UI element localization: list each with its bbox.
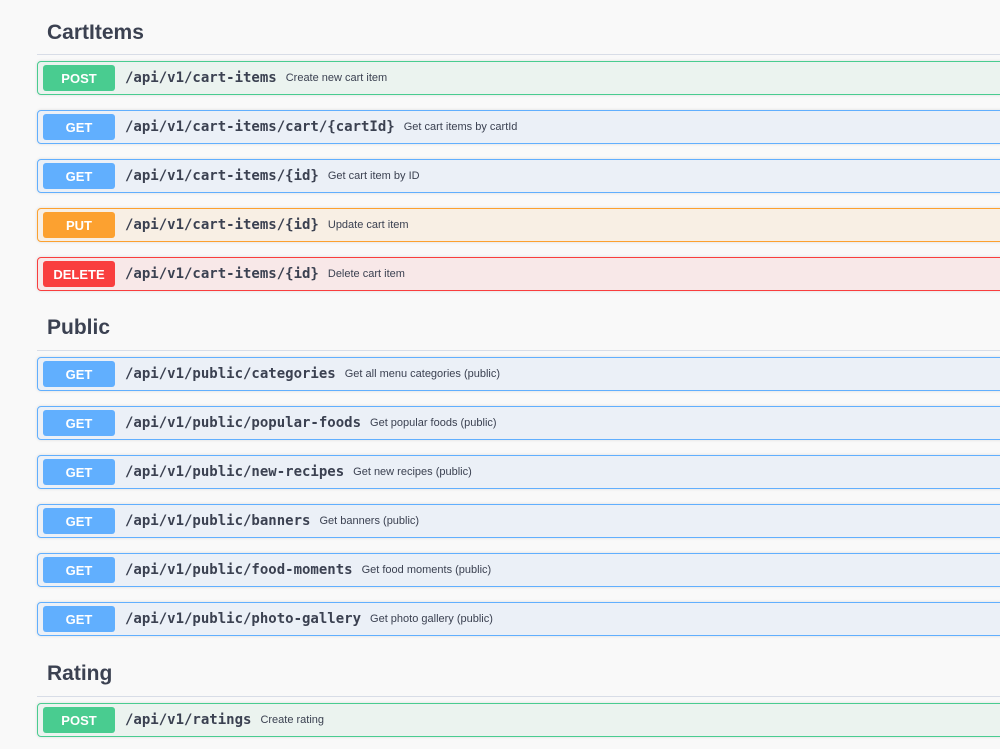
section-divider (37, 54, 1000, 55)
section-divider (37, 696, 1000, 697)
operation-summary: Create rating (260, 714, 325, 726)
operation-get-public-categories[interactable]: GET /api/v1/public/categories Get all me… (37, 357, 1000, 391)
operation-path: /api/v1/cart-items/{id} (125, 168, 319, 184)
method-badge: GET (43, 114, 115, 140)
operation-path: /api/v1/public/categories (125, 366, 336, 382)
method-badge: GET (43, 557, 115, 583)
operation-path: /api/v1/public/new-recipes (125, 464, 345, 480)
operation-path: /api/v1/public/photo-gallery (125, 611, 362, 627)
operation-path: /api/v1/cart-items/{id} (125, 266, 319, 282)
operation-get-public-new-recipes[interactable]: GET /api/v1/public/new-recipes Get new r… (37, 455, 1000, 489)
section-title-public[interactable]: Public (47, 316, 110, 340)
operation-get-public-photo-gallery[interactable]: GET /api/v1/public/photo-gallery Get pho… (37, 602, 1000, 636)
section-divider (37, 350, 1000, 351)
operation-summary: Get photo gallery (public) (370, 613, 493, 625)
operation-summary: Get food moments (public) (361, 564, 492, 576)
section-title-cartitems[interactable]: CartItems (47, 21, 144, 45)
operation-summary: Get all menu categories (public) (344, 368, 501, 380)
operation-post-ratings[interactable]: POST /api/v1/ratings Create rating (37, 703, 1000, 737)
operation-get-public-banners[interactable]: GET /api/v1/public/banners Get banners (… (37, 504, 1000, 538)
operation-summary: Get cart items by cartId (403, 121, 518, 133)
operation-summary: Create new cart item (285, 72, 388, 84)
method-badge: POST (43, 707, 115, 733)
method-badge: GET (43, 508, 115, 534)
operation-summary: Update cart item (327, 219, 409, 231)
operation-get-cart-items-by-cart[interactable]: GET /api/v1/cart-items/cart/{cartId} Get… (37, 110, 1000, 144)
operation-path: /api/v1/cart-items (125, 70, 277, 86)
method-badge: PUT (43, 212, 115, 238)
operation-summary: Get banners (public) (319, 515, 420, 527)
section-title-rating[interactable]: Rating (47, 662, 112, 686)
method-badge: GET (43, 410, 115, 436)
operation-summary: Get popular foods (public) (370, 417, 497, 429)
method-badge: DELETE (43, 261, 115, 287)
operation-summary: Delete cart item (327, 268, 405, 280)
operation-path: /api/v1/public/banners (125, 513, 311, 529)
operation-get-cart-item-by-id[interactable]: GET /api/v1/cart-items/{id} Get cart ite… (37, 159, 1000, 193)
operation-get-public-popular-foods[interactable]: GET /api/v1/public/popular-foods Get pop… (37, 406, 1000, 440)
operation-put-cart-item[interactable]: PUT /api/v1/cart-items/{id} Update cart … (37, 208, 1000, 242)
operation-summary: Get cart item by ID (327, 170, 420, 182)
operation-delete-cart-item[interactable]: DELETE /api/v1/cart-items/{id} Delete ca… (37, 257, 1000, 291)
method-badge: GET (43, 606, 115, 632)
method-badge: GET (43, 361, 115, 387)
operation-path: /api/v1/cart-items/{id} (125, 217, 319, 233)
operation-summary: Get new recipes (public) (353, 466, 472, 478)
operation-get-public-food-moments[interactable]: GET /api/v1/public/food-moments Get food… (37, 553, 1000, 587)
operation-path: /api/v1/public/food-moments (125, 562, 353, 578)
operation-path: /api/v1/public/popular-foods (125, 415, 362, 431)
method-badge: GET (43, 459, 115, 485)
method-badge: GET (43, 163, 115, 189)
operation-path: /api/v1/ratings (125, 712, 252, 728)
operation-post-cart-items[interactable]: POST /api/v1/cart-items Create new cart … (37, 61, 1000, 95)
method-badge: POST (43, 65, 115, 91)
operation-path: /api/v1/cart-items/cart/{cartId} (125, 119, 395, 135)
